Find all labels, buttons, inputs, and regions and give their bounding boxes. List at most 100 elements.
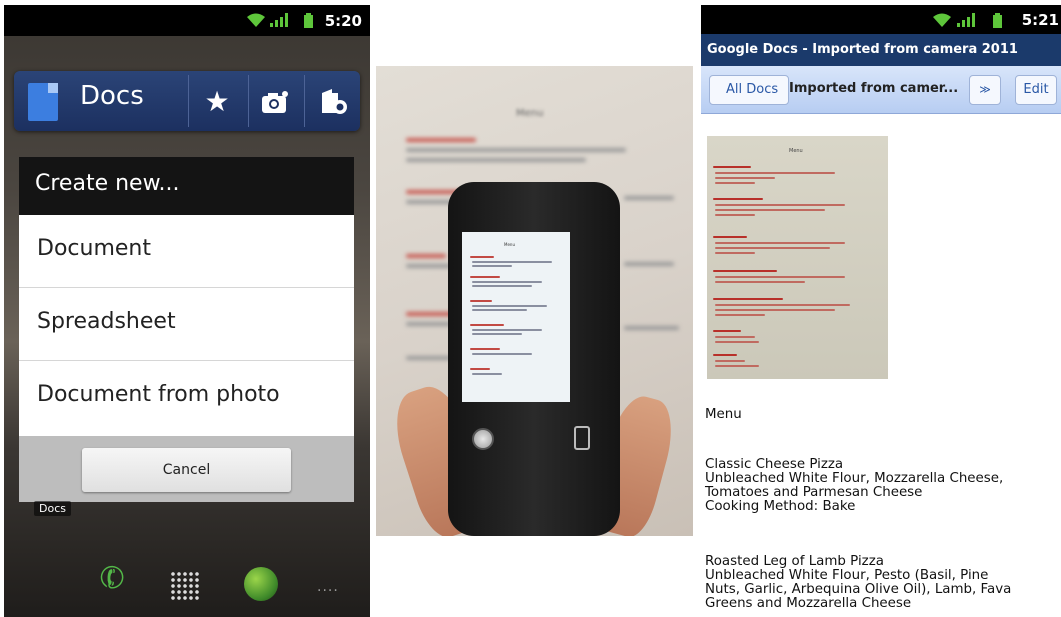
dialog-title: Create new... — [35, 171, 180, 196]
preview-line — [470, 276, 500, 278]
preview-line — [472, 265, 512, 267]
preview-line — [472, 281, 542, 283]
preview-line — [470, 368, 490, 370]
battery-icon — [993, 13, 1009, 28]
scan-line — [715, 281, 805, 283]
preview-line — [472, 309, 527, 311]
shutter-button[interactable] — [472, 428, 494, 450]
home-dock: ✆ — [74, 553, 306, 617]
scan-line — [713, 354, 737, 356]
status-time: 5:20 — [324, 12, 362, 30]
scan-line — [713, 236, 747, 238]
scan-line — [715, 309, 835, 311]
option-document[interactable]: Document — [19, 215, 354, 288]
blur-line — [406, 138, 476, 142]
cancel-button[interactable]: Cancel — [82, 448, 291, 492]
battery-icon — [304, 13, 320, 28]
signal-icon — [270, 13, 288, 27]
ocr-heading: Menu — [705, 407, 742, 422]
dialog-options: Document Spreadsheet Document from photo — [19, 215, 354, 436]
document-name: Imported from camer... — [789, 81, 959, 96]
dialog-footer: Cancel — [19, 436, 354, 502]
blur-line — [406, 264, 451, 268]
home-shortcut-label[interactable]: Docs — [34, 501, 71, 516]
background-menu-title: Menu — [516, 108, 544, 119]
scan-line — [715, 214, 755, 216]
scan-line — [713, 198, 763, 200]
ocr-text-line: Nuts, Garlic, Arbequina Olive Oil), Lamb… — [705, 582, 1012, 597]
status-bar: 5:21 — [701, 5, 1061, 34]
preview-line — [472, 353, 532, 355]
blur-line — [406, 148, 626, 152]
upload-doc-icon[interactable] — [316, 85, 350, 119]
scan-line — [715, 252, 755, 254]
camera-icon[interactable] — [258, 85, 292, 119]
docs-widget-bar: Docs ★ — [14, 71, 360, 131]
scan-line — [715, 360, 745, 362]
blur-line — [406, 254, 446, 258]
app-drawer-icon[interactable] — [170, 571, 200, 601]
option-label: Spreadsheet — [37, 309, 176, 334]
scan-line — [713, 166, 751, 168]
docs-toolbar: All Docs Imported from camer... ≫ Edit — [701, 66, 1061, 114]
docs-widget-title[interactable]: Docs — [80, 81, 144, 111]
phone-icon[interactable]: ✆ — [95, 558, 131, 599]
scan-line — [715, 209, 825, 211]
google-docs-browser-panel: 5:21 Google Docs - Imported from camera … — [701, 5, 1061, 617]
browser-icon[interactable] — [244, 567, 278, 601]
android-home-panel: 5:20 Docs ★ Create new... Document Sprea… — [4, 5, 370, 617]
blur-line — [406, 158, 586, 162]
scan-line — [715, 336, 755, 338]
preview-line — [472, 329, 542, 331]
preview-line — [470, 348, 500, 350]
signal-icon — [957, 13, 975, 27]
scan-menu-title: Menu — [789, 148, 803, 154]
star-icon[interactable]: ★ — [200, 85, 234, 119]
preview-line — [472, 261, 552, 263]
scan-line — [715, 304, 850, 306]
option-label: Document — [37, 236, 151, 261]
scan-line — [715, 177, 775, 179]
preview-line — [472, 333, 522, 335]
scanned-menu-image: Menu — [707, 136, 888, 379]
scan-line — [715, 172, 835, 174]
blur-line — [624, 196, 674, 200]
docs-app-icon[interactable] — [28, 83, 58, 121]
edit-button[interactable]: Edit — [1015, 75, 1057, 105]
scan-line — [715, 182, 755, 184]
chevron-down-icon[interactable]: ≫ — [969, 75, 1001, 105]
ocr-text-line: Cooking Method: Bake — [705, 499, 856, 514]
blur-line — [624, 326, 679, 330]
scan-line — [713, 330, 741, 332]
scan-line — [715, 341, 759, 343]
scan-line — [715, 365, 759, 367]
option-document-from-photo[interactable]: Document from photo — [19, 361, 354, 434]
ocr-text-line: Roasted Leg of Lamb Pizza — [705, 554, 884, 569]
browser-title-bar: Google Docs - Imported from camera 2011 — [701, 34, 1061, 66]
wifi-icon — [933, 13, 951, 27]
scan-line — [715, 247, 830, 249]
divider — [248, 75, 249, 127]
blur-line — [406, 356, 451, 360]
preview-line — [470, 256, 494, 258]
divider — [304, 75, 305, 127]
camera-scan-photo: Menu Menu — [376, 66, 693, 536]
blur-line — [406, 322, 451, 326]
dialog-header: Create new... — [19, 157, 354, 215]
status-bar: 5:20 — [4, 5, 370, 36]
scan-line — [715, 204, 845, 206]
scan-line — [715, 276, 845, 278]
ocr-text-line: Classic Cheese Pizza — [705, 457, 844, 472]
all-docs-button[interactable]: All Docs — [709, 75, 790, 105]
camera-preview: Menu — [462, 232, 570, 402]
option-spreadsheet[interactable]: Spreadsheet — [19, 288, 354, 361]
ocr-text-line: Greens and Mozzarella Cheese — [705, 596, 912, 611]
scan-line — [713, 270, 777, 272]
ocr-text-line: Unbleached White Flour, Mozzarella Chees… — [705, 471, 1004, 486]
preview-line — [472, 285, 532, 287]
camera-switch-icon[interactable] — [574, 426, 590, 450]
wifi-icon — [247, 13, 265, 27]
scan-line — [715, 314, 765, 316]
more-dots-icon[interactable]: ···· — [317, 583, 339, 599]
blur-line — [624, 262, 674, 266]
